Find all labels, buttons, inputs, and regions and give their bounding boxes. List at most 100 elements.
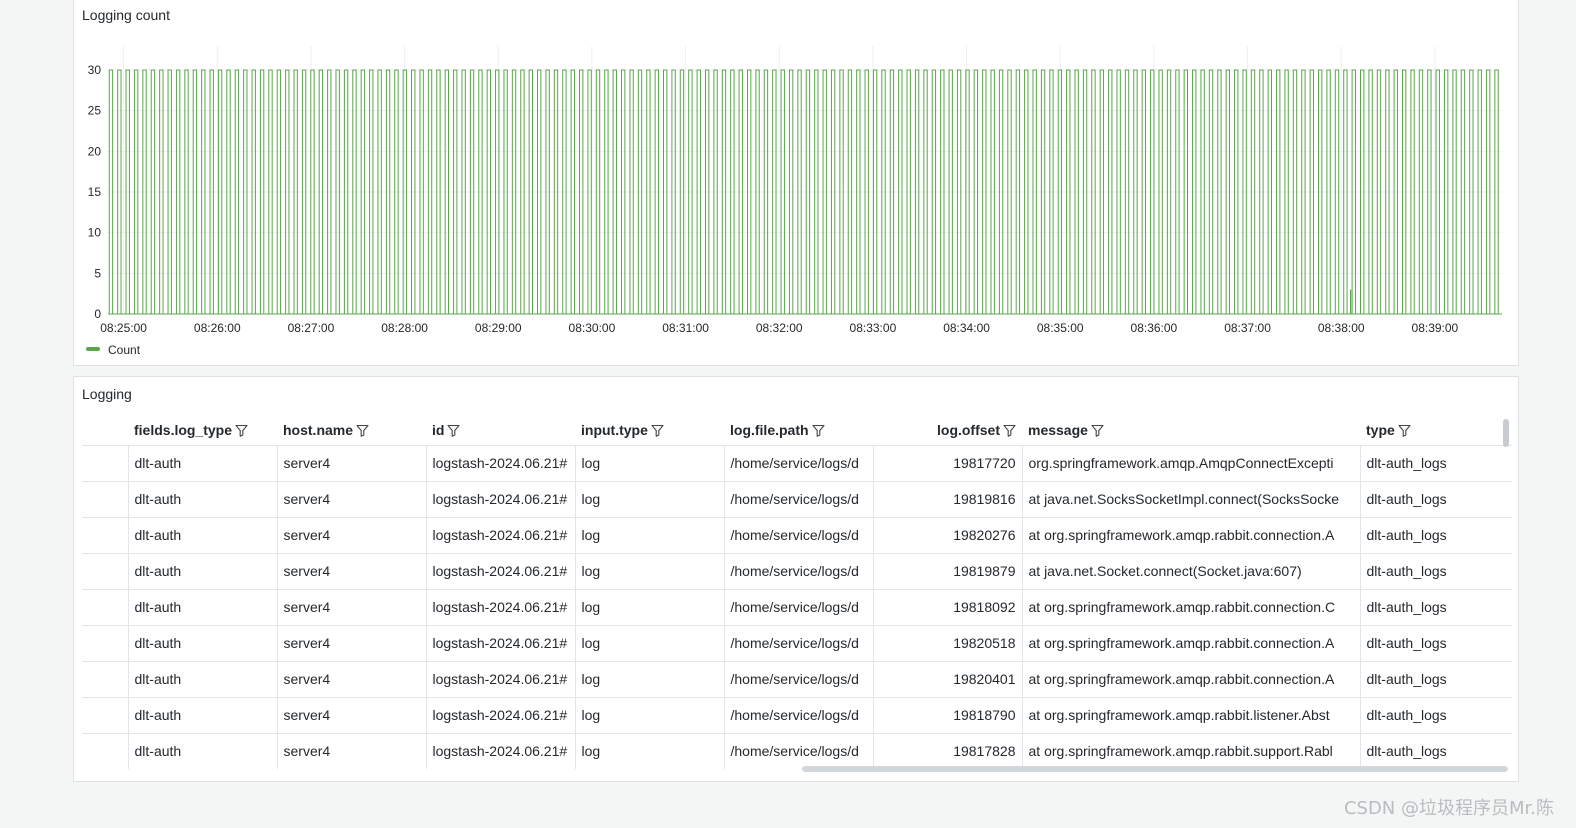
filter-icon[interactable] bbox=[1003, 424, 1016, 440]
logging-table-scroll-area[interactable]: fields.log_type host.name id input.type log.… bbox=[82, 417, 1512, 769]
column-header-input-type[interactable]: input.type bbox=[575, 417, 724, 446]
cell-input-type: log bbox=[574, 481, 724, 518]
x-tick-label: 08:37:00 bbox=[1224, 321, 1271, 335]
column-header-message[interactable]: message bbox=[1022, 417, 1360, 446]
cell-log-file-path: /home/service/logs/d bbox=[723, 625, 873, 662]
y-tick-label: 10 bbox=[88, 226, 102, 240]
table-row[interactable]: dlt-auth server4 logstash-2024.06.21# log/h… bbox=[82, 517, 1512, 554]
cell-type: dlt-auth_logs bbox=[1359, 553, 1512, 590]
cell-log-file-path: /home/service/logs/d bbox=[723, 733, 873, 769]
cell-type: dlt-auth_logs bbox=[1359, 697, 1512, 734]
logging-count-panel: Logging count 0 5 10 15 20 25 30 08:25:00 08:26:… bbox=[73, 0, 1519, 366]
cell-host-name: server4 bbox=[276, 445, 426, 482]
column-header-id[interactable]: id bbox=[426, 417, 575, 446]
column-header-type[interactable]: type bbox=[1360, 417, 1512, 446]
logging-count-chart[interactable]: 0 5 10 15 20 25 30 08:25:00 08:26:00 08:27:00 08:2… bbox=[74, 0, 1520, 367]
table-row[interactable]: dlt-auth server4 logstash-2024.06.21# log/h… bbox=[82, 733, 1512, 769]
column-header-label: log.offset bbox=[937, 421, 1000, 438]
cell-log-offset: 19820518 bbox=[872, 625, 1022, 662]
x-tick-label: 08:35:00 bbox=[1037, 321, 1084, 335]
table-row[interactable]: dlt-auth server4 logstash-2024.06.21# log/h… bbox=[82, 697, 1512, 734]
row-select-cell bbox=[82, 445, 128, 482]
cell-log-offset: 19820276 bbox=[872, 517, 1022, 554]
row-select-cell bbox=[82, 697, 128, 734]
logging-table-panel: Logging fields.log_type host.name id input.… bbox=[73, 376, 1519, 782]
column-header-label: input.type bbox=[581, 421, 648, 438]
x-tick-label: 08:32:00 bbox=[756, 321, 803, 335]
cell-type: dlt-auth_logs bbox=[1359, 481, 1512, 518]
cell-host-name: server4 bbox=[276, 733, 426, 769]
cell-fields-log_type: dlt-auth bbox=[127, 445, 277, 482]
cell-fields-log_type: dlt-auth bbox=[127, 625, 277, 662]
cell-message: at org.springframework.amqp.rabbit.conne… bbox=[1021, 589, 1360, 626]
horizontal-scrollbar[interactable] bbox=[802, 766, 1508, 772]
cell-id: logstash-2024.06.21# bbox=[425, 625, 575, 662]
cell-fields-log_type: dlt-auth bbox=[127, 517, 277, 554]
cell-log-file-path: /home/service/logs/d bbox=[723, 589, 873, 626]
column-header-log-file-path[interactable]: log.file.path bbox=[724, 417, 873, 446]
table-row[interactable]: dlt-auth server4 logstash-2024.06.21# log/h… bbox=[82, 553, 1512, 590]
table-row[interactable]: dlt-auth server4 logstash-2024.06.21# log/h… bbox=[82, 445, 1512, 482]
cell-log-file-path: /home/service/logs/d bbox=[723, 661, 873, 698]
x-tick-label: 08:25:00 bbox=[100, 321, 147, 335]
cell-message: at org.springframework.amqp.rabbit.conne… bbox=[1021, 661, 1360, 698]
cell-input-type: log bbox=[574, 589, 724, 626]
cell-type: dlt-auth_logs bbox=[1359, 445, 1512, 482]
x-tick-label: 08:39:00 bbox=[1412, 321, 1459, 335]
cell-host-name: server4 bbox=[276, 661, 426, 698]
table-row[interactable]: dlt-auth server4 logstash-2024.06.21# log/h… bbox=[82, 625, 1512, 662]
row-select-cell bbox=[82, 661, 128, 698]
cell-host-name: server4 bbox=[276, 625, 426, 662]
column-header-label: fields.log_type bbox=[134, 421, 233, 438]
cell-fields-log_type: dlt-auth bbox=[127, 589, 277, 626]
cell-message: at org.springframework.amqp.rabbit.liste… bbox=[1021, 697, 1360, 734]
filter-icon[interactable] bbox=[1398, 424, 1411, 440]
table-panel-title: Logging bbox=[82, 386, 132, 402]
cell-input-type: log bbox=[574, 553, 724, 590]
cell-type: dlt-auth_logs bbox=[1359, 661, 1512, 698]
column-header-select[interactable] bbox=[82, 417, 128, 446]
cell-host-name: server4 bbox=[276, 697, 426, 734]
y-tick-label: 30 bbox=[88, 63, 102, 77]
x-tick-label: 08:31:00 bbox=[662, 321, 709, 335]
table-row[interactable]: dlt-auth server4 logstash-2024.06.21# log/h… bbox=[82, 589, 1512, 626]
cell-host-name: server4 bbox=[276, 589, 426, 626]
column-header-label: host.name bbox=[283, 421, 354, 438]
table-row[interactable]: dlt-auth server4 logstash-2024.06.21# log/h… bbox=[82, 661, 1512, 698]
cell-fields-log_type: dlt-auth bbox=[127, 661, 277, 698]
filter-icon[interactable] bbox=[812, 424, 825, 440]
cell-input-type: log bbox=[574, 733, 724, 769]
cell-type: dlt-auth_logs bbox=[1359, 589, 1512, 626]
cell-message: at org.springframework.amqp.rabbit.suppo… bbox=[1021, 733, 1360, 769]
cell-log-file-path: /home/service/logs/d bbox=[723, 517, 873, 554]
column-header-log-offset[interactable]: log.offset bbox=[873, 417, 1022, 446]
cell-id: logstash-2024.06.21# bbox=[425, 481, 575, 518]
filter-icon[interactable] bbox=[1091, 424, 1104, 440]
filter-icon[interactable] bbox=[651, 424, 664, 440]
x-tick-label: 08:27:00 bbox=[288, 321, 335, 335]
cell-id: logstash-2024.06.21# bbox=[425, 445, 575, 482]
cell-fields-log_type: dlt-auth bbox=[127, 481, 277, 518]
cell-log-offset: 19818790 bbox=[872, 697, 1022, 734]
cell-message: at org.springframework.amqp.rabbit.conne… bbox=[1021, 625, 1360, 662]
x-tick-label: 08:30:00 bbox=[569, 321, 616, 335]
cell-host-name: server4 bbox=[276, 517, 426, 554]
x-tick-label: 08:29:00 bbox=[475, 321, 522, 335]
table-body: dlt-auth server4 logstash-2024.06.21# log/h… bbox=[82, 445, 1512, 769]
row-select-cell bbox=[82, 517, 128, 554]
table-row[interactable]: dlt-auth server4 logstash-2024.06.21# log/h… bbox=[82, 481, 1512, 518]
row-select-cell bbox=[82, 733, 128, 769]
x-tick-label: 08:33:00 bbox=[850, 321, 897, 335]
table-header-row: fields.log_type host.name id input.type log.… bbox=[82, 417, 1512, 446]
watermark: CSDN @垃圾程序员Mr.陈 bbox=[1343, 798, 1554, 819]
cell-log-file-path: /home/service/logs/d bbox=[723, 481, 873, 518]
column-header-host-name[interactable]: host.name bbox=[277, 417, 426, 446]
cell-log-file-path: /home/service/logs/d bbox=[723, 553, 873, 590]
filter-icon[interactable] bbox=[447, 424, 461, 440]
filter-icon[interactable] bbox=[356, 424, 369, 440]
legend-swatch-count bbox=[86, 347, 100, 351]
column-header-fields-log_type[interactable]: fields.log_type bbox=[128, 417, 277, 446]
row-select-cell bbox=[82, 553, 128, 590]
filter-icon[interactable] bbox=[235, 424, 248, 440]
vertical-scrollbar[interactable] bbox=[1503, 419, 1509, 447]
